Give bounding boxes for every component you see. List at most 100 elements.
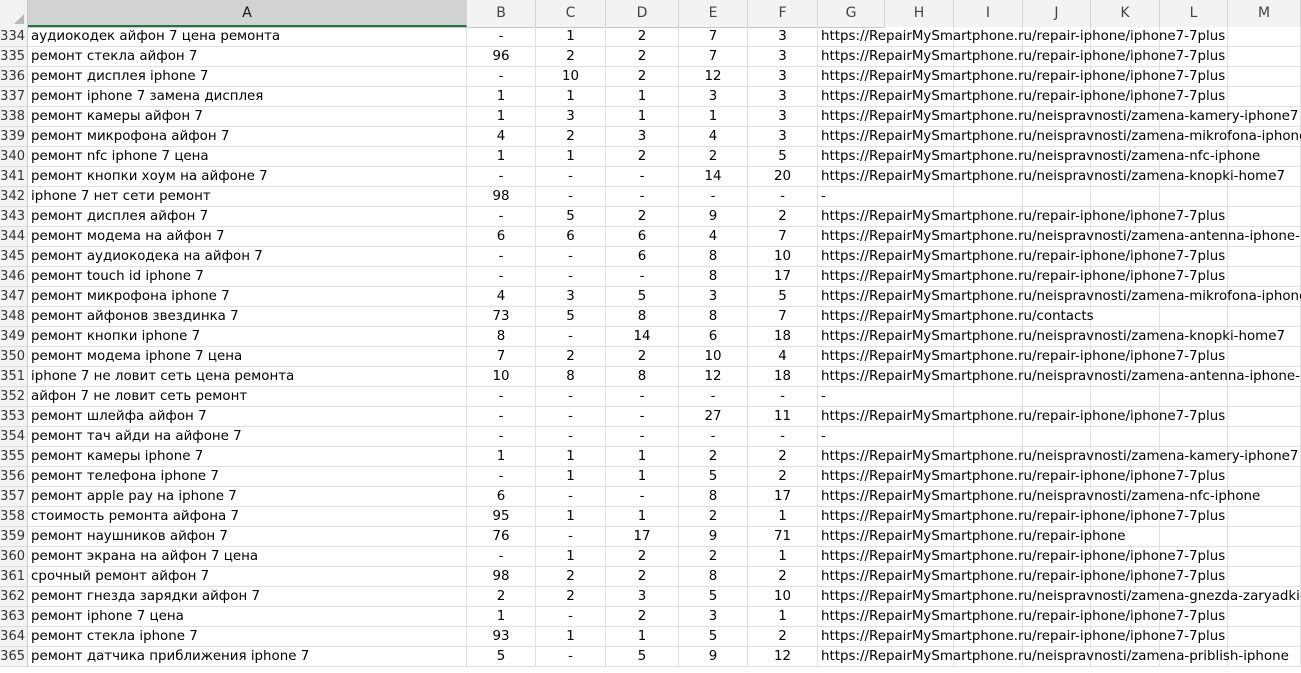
column-header-e[interactable]: E <box>679 0 748 27</box>
cell-a[interactable]: срочный ремонт айфон 7 <box>28 567 467 587</box>
cell-d[interactable]: 1 <box>606 447 679 467</box>
cell-e[interactable]: - <box>679 387 748 407</box>
cell-b[interactable]: - <box>467 467 536 487</box>
row-header[interactable]: 342 <box>0 187 28 207</box>
cell-a[interactable]: ремонт микрофона iphone 7 <box>28 287 467 307</box>
cell-d[interactable]: - <box>606 407 679 427</box>
cell-m[interactable] <box>1228 347 1301 367</box>
row-header[interactable]: 350 <box>0 347 28 367</box>
cell-i[interactable] <box>954 427 1023 447</box>
cell-f[interactable]: 20 <box>748 167 818 187</box>
cell-m[interactable] <box>1228 567 1301 587</box>
cell-e[interactable]: 2 <box>679 547 748 567</box>
cell-f[interactable]: 2 <box>748 447 818 467</box>
cell-h[interactable] <box>885 187 954 207</box>
cell-c[interactable]: 1 <box>536 27 606 47</box>
cell-g-url[interactable]: https://RepairMySmartphone.ru/neispravno… <box>818 447 1298 467</box>
cell-g-url[interactable]: https://RepairMySmartphone.ru/repair-iph… <box>818 47 1225 67</box>
cell-d[interactable]: 1 <box>606 507 679 527</box>
cell-a[interactable]: ремонт nfc iphone 7 цена <box>28 147 467 167</box>
cell-b[interactable]: - <box>467 167 536 187</box>
cell-m[interactable] <box>1228 67 1301 87</box>
cell-g-url[interactable]: https://RepairMySmartphone.ru/contacts <box>818 307 1094 327</box>
cell-c[interactable]: 2 <box>536 127 606 147</box>
cell-a[interactable]: ремонт iphone 7 цена <box>28 607 467 627</box>
cell-f[interactable]: 7 <box>748 227 818 247</box>
column-header-k[interactable]: K <box>1091 0 1160 27</box>
cell-k[interactable] <box>1091 307 1160 327</box>
cell-a[interactable]: айфон 7 не ловит сеть ремонт <box>28 387 467 407</box>
cell-i[interactable] <box>954 387 1023 407</box>
cell-a[interactable]: ремонт камеры айфон 7 <box>28 107 467 127</box>
row-header[interactable]: 365 <box>0 647 28 667</box>
cell-l[interactable] <box>1160 307 1228 327</box>
cell-m[interactable] <box>1228 247 1301 267</box>
cell-k[interactable] <box>1091 427 1160 447</box>
cell-c[interactable]: 1 <box>536 467 606 487</box>
cell-b[interactable]: 95 <box>467 507 536 527</box>
cell-b[interactable]: 93 <box>467 627 536 647</box>
cell-e[interactable]: 8 <box>679 247 748 267</box>
row-header[interactable]: 361 <box>0 567 28 587</box>
cell-b[interactable]: 7 <box>467 347 536 367</box>
cell-d[interactable]: 1 <box>606 87 679 107</box>
cell-m[interactable] <box>1228 47 1301 67</box>
column-header-f[interactable]: F <box>748 0 818 27</box>
column-header-j[interactable]: J <box>1023 0 1091 27</box>
cell-a[interactable]: ремонт гнезда зарядки айфон 7 <box>28 587 467 607</box>
cell-h[interactable] <box>885 387 954 407</box>
cell-c[interactable]: 2 <box>536 587 606 607</box>
cell-a[interactable]: iphone 7 не ловит сеть цена ремонта <box>28 367 467 387</box>
cell-j[interactable] <box>1023 387 1091 407</box>
cell-m[interactable] <box>1228 467 1301 487</box>
cell-d[interactable]: 6 <box>606 247 679 267</box>
row-header[interactable]: 356 <box>0 467 28 487</box>
cell-a[interactable]: ремонт touch id iphone 7 <box>28 267 467 287</box>
row-header[interactable]: 355 <box>0 447 28 467</box>
cell-k[interactable] <box>1091 387 1160 407</box>
cell-g-url[interactable]: - <box>818 387 885 407</box>
cell-f[interactable]: 3 <box>748 27 818 47</box>
cell-f[interactable]: 71 <box>748 527 818 547</box>
cell-e[interactable]: 12 <box>679 367 748 387</box>
select-all-corner[interactable] <box>0 0 28 27</box>
cell-a[interactable]: ремонт дисплея айфон 7 <box>28 207 467 227</box>
cell-b[interactable]: - <box>467 247 536 267</box>
cell-g-url[interactable]: https://RepairMySmartphone.ru/neispravno… <box>818 127 1301 147</box>
row-header[interactable]: 359 <box>0 527 28 547</box>
cell-c[interactable]: 1 <box>536 447 606 467</box>
row-header[interactable]: 358 <box>0 507 28 527</box>
row-header[interactable]: 363 <box>0 607 28 627</box>
cell-b[interactable]: 76 <box>467 527 536 547</box>
cell-f[interactable]: 7 <box>748 307 818 327</box>
cell-a[interactable]: ремонт apple pay на iphone 7 <box>28 487 467 507</box>
cell-f[interactable]: 3 <box>748 47 818 67</box>
cell-d[interactable]: 14 <box>606 327 679 347</box>
cell-c[interactable]: - <box>536 387 606 407</box>
cell-f[interactable]: 17 <box>748 267 818 287</box>
cell-g-url[interactable]: https://RepairMySmartphone.ru/repair-iph… <box>818 267 1225 287</box>
cell-a[interactable]: ремонт наушников айфон 7 <box>28 527 467 547</box>
column-header-d[interactable]: D <box>606 0 679 27</box>
cell-b[interactable]: 5 <box>467 647 536 667</box>
cell-a[interactable]: iphone 7 нет сети ремонт <box>28 187 467 207</box>
cell-d[interactable]: - <box>606 267 679 287</box>
row-header[interactable]: 344 <box>0 227 28 247</box>
cell-e[interactable]: 2 <box>679 147 748 167</box>
cell-b[interactable]: 6 <box>467 487 536 507</box>
cell-f[interactable]: 11 <box>748 407 818 427</box>
cell-f[interactable]: - <box>748 187 818 207</box>
cell-e[interactable]: 9 <box>679 207 748 227</box>
cell-e[interactable]: 2 <box>679 507 748 527</box>
cell-d[interactable]: - <box>606 387 679 407</box>
cell-m[interactable] <box>1228 187 1301 207</box>
cell-e[interactable]: - <box>679 187 748 207</box>
row-header[interactable]: 334 <box>0 27 28 47</box>
cell-m[interactable] <box>1228 607 1301 627</box>
cell-f[interactable]: 2 <box>748 207 818 227</box>
cell-e[interactable]: 4 <box>679 127 748 147</box>
cell-g-url[interactable]: - <box>818 187 885 207</box>
cell-g-url[interactable]: https://RepairMySmartphone.ru/neispravno… <box>818 327 1285 347</box>
cell-g-url[interactable]: https://RepairMySmartphone.ru/repair-iph… <box>818 247 1225 267</box>
cell-b[interactable]: - <box>467 27 536 47</box>
